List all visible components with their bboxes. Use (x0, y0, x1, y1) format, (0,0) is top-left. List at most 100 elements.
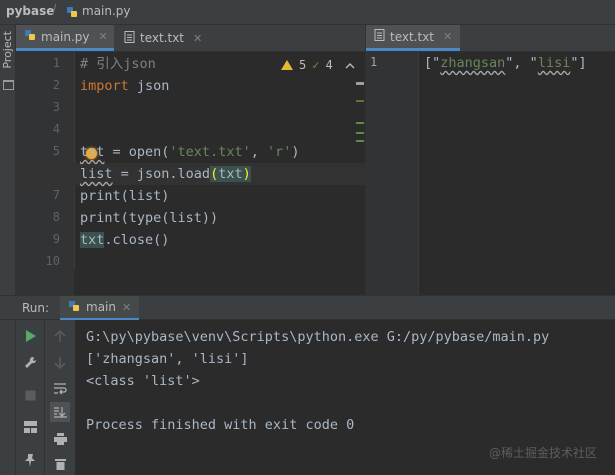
stripe-mark (356, 132, 364, 134)
line-number: 3 (52, 100, 60, 114)
error-stripe[interactable] (356, 82, 364, 152)
tab-text-txt-right[interactable]: text.txt ✕ (366, 25, 460, 51)
close-icon[interactable]: ✕ (443, 30, 452, 43)
code-line-1: # 引入json (80, 53, 156, 75)
tab-label: main.py (41, 29, 90, 44)
line-number: 2 (52, 78, 60, 92)
trash-icon[interactable] (53, 457, 67, 471)
stripe-mark (356, 100, 364, 102)
run-toolbar (16, 320, 44, 475)
line-number: 4 (52, 122, 60, 136)
gutter-border (418, 52, 419, 295)
code-editor-main[interactable]: 1 2 3 4 5 6 7 8 9 10 # 引入json import jso… (16, 52, 377, 270)
code-line-6: list = json.load(txt) (80, 163, 251, 185)
run-panel: G:\py\pybase\venv\Scripts\python.exe G:/… (0, 320, 615, 475)
print-icon[interactable] (53, 432, 67, 446)
console-line: G:\py\pybase\venv\Scripts\python.exe G:/… (86, 329, 550, 345)
weak-warning-count: 4 (325, 58, 333, 72)
line-number: 8 (52, 210, 60, 224)
string: lisi (537, 55, 571, 71)
string: zhangsan (440, 55, 506, 71)
inspection-widget[interactable]: 5 ✓ 4 (281, 58, 377, 72)
close-icon[interactable]: ✕ (122, 301, 131, 314)
left-tool-strip: Project (0, 25, 16, 295)
code-text: .close() (104, 232, 170, 248)
code-text: [" (424, 55, 441, 71)
rerun-icon[interactable] (23, 329, 37, 343)
tab-label: text.txt (390, 29, 435, 44)
gutter-filler (16, 270, 74, 295)
close-icon[interactable]: ✕ (193, 32, 202, 45)
project-tool-window-button[interactable]: Project (1, 31, 14, 69)
code-text: print(list) (80, 188, 170, 204)
code-text: = open( (104, 144, 170, 160)
pin-icon[interactable] (23, 453, 37, 467)
run-label: Run: (22, 301, 50, 315)
code-area[interactable]: # 引入json import json txt = open('text.tx… (80, 52, 360, 270)
brace-match: ( (210, 166, 219, 182)
code-text: txt (80, 232, 105, 248)
stripe-mark (356, 122, 364, 124)
console-output[interactable]: G:\py\pybase\venv\Scripts\python.exe G:/… (86, 326, 549, 436)
scroll-to-end-icon[interactable] (50, 402, 70, 422)
string: 'r' (266, 144, 292, 160)
stop-icon[interactable] (23, 388, 37, 402)
arrow-down-icon[interactable] (53, 355, 67, 369)
line-number: 7 (52, 188, 60, 202)
wrench-icon[interactable] (23, 355, 37, 369)
keyword: import (80, 78, 129, 94)
breadcrumb-project[interactable]: pybase (6, 4, 54, 18)
line-gutter: 1 2 3 4 5 6 7 8 9 10 (16, 52, 74, 270)
tab-main-py[interactable]: main.py ✕ (16, 25, 114, 51)
close-icon[interactable]: ✕ (99, 30, 108, 43)
breadcrumb-file[interactable]: main.py (82, 4, 131, 18)
code-text: txt (80, 144, 105, 160)
arrow-up-icon[interactable] (53, 329, 67, 343)
code-text: print(type(list)) (80, 210, 219, 226)
text-file-icon (374, 29, 385, 44)
python-file-icon (68, 300, 80, 315)
line-gutter: 1 (366, 52, 418, 295)
console-line: <class 'list'> (86, 373, 200, 389)
console-line: ['zhangsan', 'lisi'] (86, 351, 249, 367)
text-file-icon (124, 30, 135, 46)
code-line-9: txt.close() (80, 229, 169, 251)
stripe-mark (356, 82, 364, 85)
gutter-border (74, 52, 75, 270)
console-line: Process finished with exit code 0 (86, 417, 355, 433)
chevron-up-icon[interactable] (345, 58, 355, 72)
left-tool-strip-bottom (0, 320, 16, 475)
code-text: = json.load (112, 166, 211, 182)
tab-label: text.txt (140, 31, 185, 45)
editor-tabs-left: main.py ✕ text.txt ✕ (16, 25, 365, 52)
code-text: ) (291, 144, 300, 160)
navigation-bar: pybase / main.py (0, 0, 615, 25)
code-editor-text[interactable]: 1 ["zhangsan", "lisi"] (366, 52, 615, 295)
code-line-7: print(list) (80, 185, 169, 207)
run-tab-main[interactable]: main ✕ (60, 296, 140, 320)
stripe-mark (356, 140, 364, 142)
code-text: , (250, 144, 267, 160)
run-panel-header: Run: main ✕ (0, 295, 615, 320)
breadcrumb-separator: / (52, 3, 57, 18)
run-tab-label: main (86, 300, 116, 314)
soft-wrap-icon[interactable] (53, 382, 67, 396)
line-number: 1 (370, 55, 378, 69)
tab-text-txt[interactable]: text.txt ✕ (116, 25, 214, 51)
code-text: list (80, 166, 113, 182)
code-line-1: ["zhangsan", "lisi"] (424, 55, 587, 71)
code-line-2: import json (80, 75, 169, 97)
python-file-icon (24, 29, 36, 44)
code-text: json (128, 78, 170, 94)
line-number: 5 (52, 144, 60, 158)
code-text: ", " (505, 55, 538, 71)
comment: # 引入json (80, 56, 156, 72)
line-number: 9 (52, 232, 60, 246)
code-text: "] (570, 55, 587, 71)
line-number: 10 (45, 254, 60, 268)
warning-icon (281, 60, 293, 70)
python-file-icon (66, 6, 78, 21)
layout-icon[interactable] (23, 420, 37, 434)
string: 'text.txt' (169, 144, 251, 160)
